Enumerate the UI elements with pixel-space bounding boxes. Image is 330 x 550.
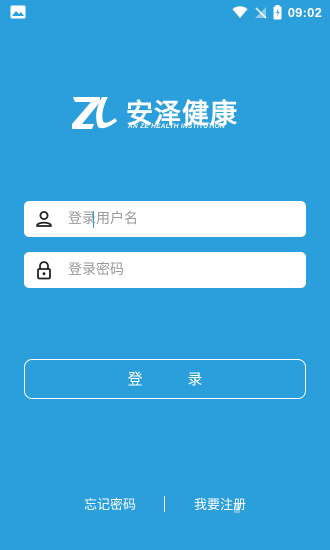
username-input[interactable] [68,201,298,237]
person-icon [36,211,52,227]
forgot-password-link[interactable]: 忘记密码 [84,494,136,513]
touch-indicator [234,503,240,513]
wifi-icon [232,5,248,18]
status-icons: 09:02 [232,3,322,21]
logo-mark-icon [72,97,117,129]
battery-icon [273,4,282,19]
password-field[interactable] [24,252,306,288]
lock-icon [37,261,51,280]
footer-divider [164,496,165,512]
no-signal-icon [254,6,267,19]
footer-links: 忘记密码 我要注册 [0,494,330,514]
username-field[interactable] [24,201,306,237]
logo-subtitle: AN ZE HEALTH INSTITUTION [128,123,225,130]
login-button[interactable]: 登 录 [24,359,306,399]
image-icon [10,5,26,19]
status-time: 09:02 [287,4,322,20]
text-caret [93,211,94,228]
brand-logo: 安泽健康 AN ZE HEALTH INSTITUTION [70,92,260,136]
password-input[interactable] [68,252,298,288]
status-bar: 09:02 [0,0,330,24]
